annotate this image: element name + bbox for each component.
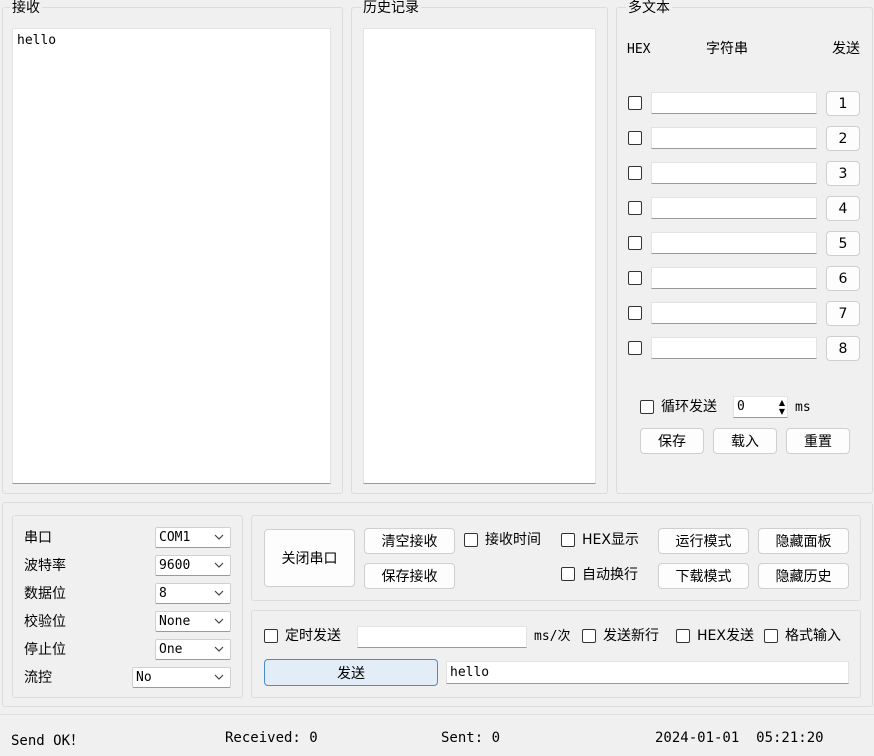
spin-up-icon[interactable]: ▲	[779, 398, 785, 407]
hex-send-checkbox[interactable]	[676, 629, 690, 643]
history-group-title: 历史记录	[361, 0, 421, 16]
multitext-send-button-1[interactable]: 1	[826, 91, 860, 116]
timed-send-checkbox[interactable]	[264, 629, 278, 643]
multitext-hex-checkbox-2[interactable]	[628, 131, 642, 145]
multitext-string-header: 字符串	[706, 41, 748, 57]
multitext-hex-checkbox-7[interactable]	[628, 306, 642, 320]
flow-label: 流控	[24, 670, 52, 686]
clear-receive-button[interactable]: 清空接收	[364, 528, 455, 554]
multitext-send-button-8[interactable]: 8	[826, 336, 860, 361]
multitext-send-button-4[interactable]: 4	[826, 196, 860, 221]
send-newline-label: 发送新行	[603, 628, 659, 644]
parity-label: 校验位	[24, 614, 66, 630]
baud-select[interactable]: 9600	[155, 555, 231, 576]
status-message: Send OK！	[11, 733, 85, 749]
hide-history-button[interactable]: 隐藏历史	[758, 563, 849, 589]
baud-select-value: 9600	[159, 558, 191, 573]
multitext-send-header: 发送	[832, 41, 860, 57]
multitext-hex-header: HEX	[627, 42, 651, 57]
loop-send-label: 循环发送	[661, 399, 717, 415]
multitext-send-button-3[interactable]: 3	[826, 161, 860, 186]
timed-interval-input[interactable]	[357, 626, 527, 648]
hide-panel-button[interactable]: 隐藏面板	[758, 528, 849, 554]
send-button[interactable]: 发送	[264, 659, 438, 686]
multitext-reset-button[interactable]: 重置	[786, 428, 850, 454]
run-mode-button[interactable]: 运行模式	[658, 528, 749, 554]
receive-textarea[interactable]: hello	[12, 28, 331, 484]
receive-text: hello	[17, 33, 57, 48]
receive-group-title: 接收	[10, 0, 42, 16]
hex-display-label: HEX显示	[582, 532, 639, 548]
hex-send-label: HEX发送	[697, 628, 754, 644]
baud-label: 波特率	[24, 558, 66, 574]
multitext-send-button-7[interactable]: 7	[826, 301, 860, 326]
multitext-send-button-5[interactable]: 5	[826, 231, 860, 256]
status-time: 2024-01-01 05:21:20	[655, 730, 824, 746]
auto-wrap-checkbox[interactable]	[561, 567, 575, 581]
multitext-load-button[interactable]: 载入	[713, 428, 777, 454]
spin-down-icon[interactable]: ▼	[779, 407, 785, 416]
chevron-down-icon	[214, 562, 224, 568]
multitext-input-4[interactable]	[651, 197, 817, 219]
multitext-hex-checkbox-3[interactable]	[628, 166, 642, 180]
flow-select[interactable]: No	[132, 667, 231, 688]
status-received: Received: 0	[225, 730, 318, 746]
port-select[interactable]: COM1	[155, 527, 231, 548]
multitext-group-title: 多文本	[626, 0, 672, 16]
multitext-hex-checkbox-1[interactable]	[628, 96, 642, 110]
port-label: 串口	[24, 530, 52, 546]
close-port-button[interactable]: 关闭串口	[264, 529, 355, 587]
multitext-save-button[interactable]: 保存	[640, 428, 704, 454]
parity-select[interactable]: None	[155, 611, 231, 632]
download-mode-button[interactable]: 下载模式	[658, 563, 749, 589]
chevron-down-icon	[214, 590, 224, 596]
timed-unit-label: ms/次	[534, 629, 571, 644]
stopbits-select-value: One	[159, 642, 183, 657]
stopbits-label: 停止位	[24, 642, 66, 658]
multitext-hex-checkbox-5[interactable]	[628, 236, 642, 250]
history-list[interactable]	[363, 28, 596, 484]
chevron-down-icon	[214, 618, 224, 624]
databits-select[interactable]: 8	[155, 583, 231, 604]
stopbits-select[interactable]: One	[155, 639, 231, 660]
chevron-down-icon	[214, 534, 224, 540]
format-input-label: 格式输入	[785, 628, 841, 644]
timed-send-label: 定时发送	[285, 628, 341, 644]
serial-tool-window: { "receive": {"title": "接收", "text": "he…	[0, 0, 874, 756]
receive-time-label: 接收时间	[485, 532, 541, 548]
chevron-down-icon	[214, 674, 224, 680]
multitext-input-6[interactable]	[651, 267, 817, 289]
multitext-input-8[interactable]	[651, 337, 817, 359]
multitext-input-3[interactable]	[651, 162, 817, 184]
hex-display-checkbox[interactable]	[561, 533, 575, 547]
multitext-input-7[interactable]	[651, 302, 817, 324]
send-text-value: hello	[450, 665, 490, 680]
loop-interval-value: 0	[737, 399, 745, 414]
send-newline-checkbox[interactable]	[582, 629, 596, 643]
multitext-input-2[interactable]	[651, 127, 817, 149]
loop-send-checkbox[interactable]	[640, 400, 654, 414]
auto-wrap-label: 自动换行	[582, 567, 638, 583]
multitext-send-button-2[interactable]: 2	[826, 126, 860, 151]
port-select-value: COM1	[159, 530, 191, 545]
chevron-down-icon	[214, 646, 224, 652]
multitext-hex-checkbox-8[interactable]	[628, 341, 642, 355]
receive-time-checkbox[interactable]	[464, 533, 478, 547]
multitext-input-5[interactable]	[651, 232, 817, 254]
status-sent: Sent: 0	[441, 730, 501, 746]
multitext-input-1[interactable]	[651, 92, 817, 114]
databits-label: 数据位	[24, 586, 66, 602]
parity-select-value: None	[159, 614, 191, 629]
send-text-input[interactable]: hello	[446, 661, 849, 684]
multitext-hex-checkbox-4[interactable]	[628, 201, 642, 215]
loop-interval-unit: ms	[795, 400, 811, 415]
loop-interval-spinbox[interactable]: 0 ▲ ▼	[733, 396, 788, 418]
save-receive-button[interactable]: 保存接收	[364, 563, 455, 589]
format-input-checkbox[interactable]	[764, 629, 778, 643]
databits-select-value: 8	[159, 586, 167, 601]
multitext-hex-checkbox-6[interactable]	[628, 271, 642, 285]
flow-select-value: No	[136, 670, 152, 685]
multitext-send-button-6[interactable]: 6	[826, 266, 860, 291]
